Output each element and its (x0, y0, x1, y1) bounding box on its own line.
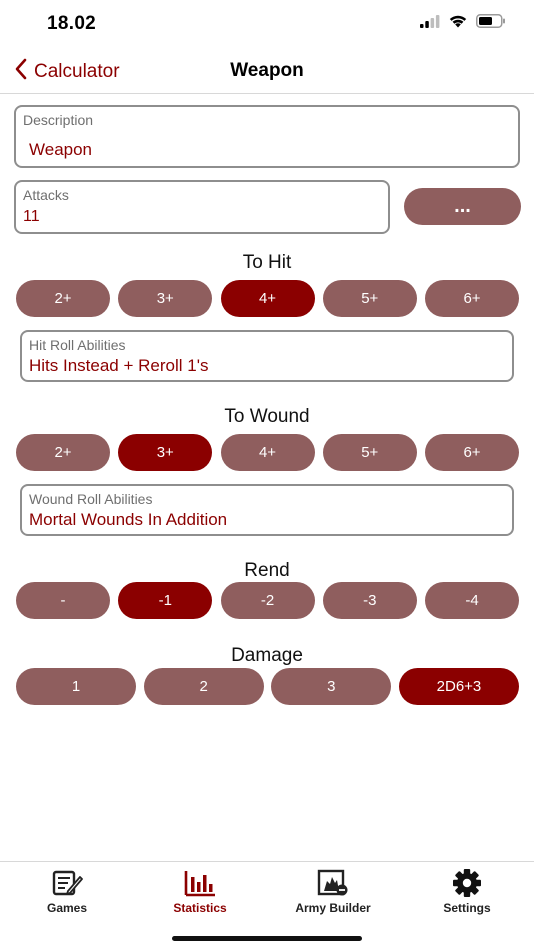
tab-army-builder[interactable]: Army Builder (266, 868, 400, 915)
to-hit-title: To Hit (242, 252, 292, 273)
rend-option-minus-4[interactable]: -4 (425, 582, 519, 619)
to-hit-option-5[interactable]: 5+ (322, 280, 417, 317)
tab-statistics-label: Statistics (173, 901, 227, 915)
rend-option-none[interactable]: - (16, 582, 110, 619)
to-wound-option-2[interactable]: 2+ (16, 434, 110, 471)
rend-option-minus-1-selected[interactable]: -1 (118, 582, 213, 619)
wifi-icon (448, 14, 468, 33)
to-hit-option-3[interactable]: 3+ (118, 280, 213, 317)
damage-option-2d6-plus-3-selected[interactable]: 2D6+3 (398, 668, 519, 705)
tab-statistics[interactable]: Statistics (133, 868, 267, 915)
settings-gear-icon (400, 868, 534, 898)
tab-games-label: Games (46, 901, 88, 915)
status-bar: 18.02 (0, 0, 534, 48)
attacks-field[interactable]: Attacks 11 (14, 180, 390, 234)
home-indicator (172, 936, 362, 941)
to-wound-option-6[interactable]: 6+ (425, 434, 519, 471)
damage-option-3[interactable]: 3 (271, 668, 392, 705)
page-title: Weapon (230, 60, 304, 81)
attacks-value: 11 (23, 208, 40, 225)
to-wound-title: To Wound (224, 406, 310, 427)
to-hit-option-2[interactable]: 2+ (16, 280, 110, 317)
tab-settings-label: Settings (443, 901, 491, 915)
status-time: 18.02 (47, 13, 97, 34)
to-hit-option-6[interactable]: 6+ (425, 280, 519, 317)
rend-options: - -1 -2 -3 -4 (16, 582, 519, 619)
to-wound-option-3-selected[interactable]: 3+ (118, 434, 213, 471)
to-hit-option-4-selected[interactable]: 4+ (220, 280, 315, 317)
to-wound-options: 2+ 3+ 4+ 5+ 6+ (16, 434, 519, 471)
description-label: Description (23, 112, 94, 128)
to-wound-option-5[interactable]: 5+ (322, 434, 417, 471)
statistics-icon (133, 868, 267, 898)
damage-title: Damage (231, 645, 303, 666)
damage-option-2[interactable]: 2 (143, 668, 264, 705)
to-wound-option-4[interactable]: 4+ (220, 434, 315, 471)
games-icon (0, 868, 134, 898)
hit-roll-abilities-label: Hit Roll Abilities (29, 337, 126, 353)
rend-option-minus-2[interactable]: -2 (220, 582, 315, 619)
damage-options: 1 2 3 2D6+3 (16, 668, 519, 705)
army-builder-icon (266, 868, 400, 898)
rend-title: Rend (244, 560, 290, 581)
rend-option-minus-3[interactable]: -3 (322, 582, 417, 619)
wound-roll-abilities-label: Wound Roll Abilities (29, 491, 153, 507)
wound-roll-abilities-value: Mortal Wounds In Addition (29, 510, 228, 529)
nav-bar: Calculator Weapon (0, 48, 534, 94)
damage-option-1[interactable]: 1 (16, 668, 136, 705)
description-value: Weapon (29, 140, 93, 159)
tab-games[interactable]: Games (0, 868, 134, 915)
cellular-signal-icon (420, 14, 440, 33)
wound-roll-abilities-field[interactable]: Wound Roll Abilities Mortal Wounds In Ad… (20, 484, 514, 536)
description-field[interactable]: Description Weapon (14, 105, 520, 168)
hit-roll-abilities-value: Hits Instead + Reroll 1's (29, 356, 209, 375)
hit-roll-abilities-field[interactable]: Hit Roll Abilities Hits Instead + Reroll… (20, 330, 514, 382)
attacks-label: Attacks (23, 187, 69, 203)
battery-icon (476, 14, 506, 33)
tab-settings[interactable]: Settings (400, 868, 534, 915)
tab-army-builder-label: Army Builder (295, 901, 371, 915)
status-icons (420, 14, 506, 33)
attacks-more-button[interactable]: ... (404, 188, 521, 225)
to-hit-options: 2+ 3+ 4+ 5+ 6+ (16, 280, 519, 317)
